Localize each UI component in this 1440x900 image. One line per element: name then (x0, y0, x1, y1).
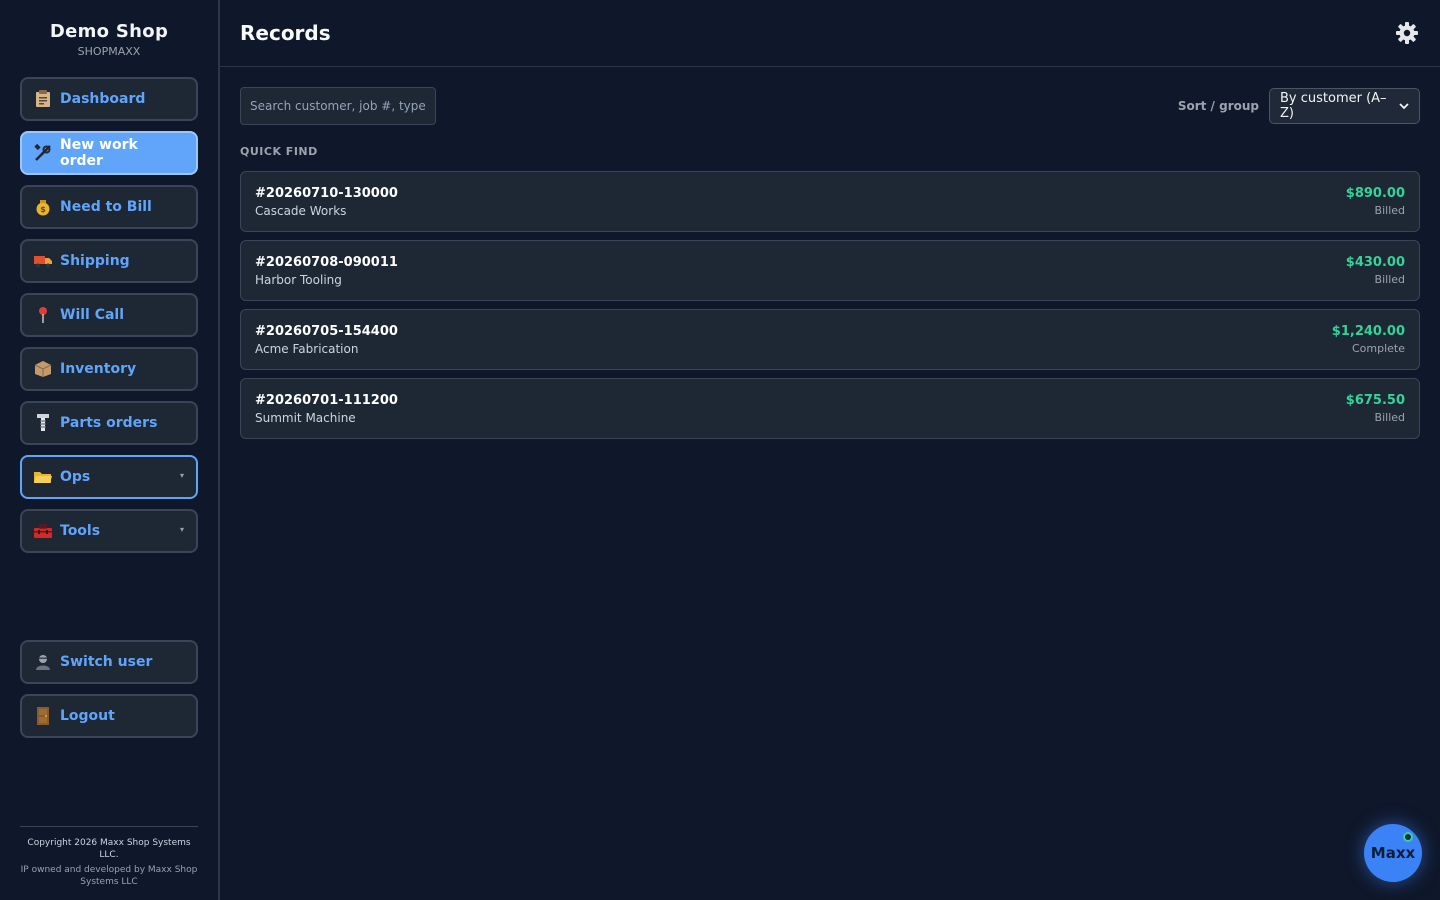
status-badge: Billed (1374, 204, 1405, 217)
sidebar-item-label: Shipping (60, 253, 130, 269)
svg-text:$: $ (40, 205, 46, 214)
maxx-assistant-button[interactable]: Maxx (1364, 824, 1422, 882)
sort-select-value: By customer (A–Z) (1280, 91, 1387, 121)
sidebar-item-ops[interactable]: Ops ▾ (20, 455, 198, 499)
gear-icon[interactable] (1394, 20, 1420, 46)
user-icon (34, 653, 52, 671)
brand: Demo Shop SHOPMAXX (0, 0, 218, 77)
brand-title: Demo Shop (49, 21, 169, 42)
amount: $430.00 (1345, 255, 1405, 270)
sidebar-item-parts-orders[interactable]: Parts orders (20, 401, 198, 445)
sidebar-item-tools[interactable]: Tools ▾ (20, 509, 198, 553)
sort-group: Sort / group By customer (A–Z) (1178, 88, 1420, 124)
ip-text: IP owned and developed by Maxx Shop Syst… (20, 865, 198, 887)
sidebar-item-label: Ops (60, 469, 91, 485)
amount: $1,240.00 (1331, 324, 1405, 339)
sidebar-bottom: Switch user Logout (20, 640, 198, 748)
sort-select[interactable]: By customer (A–Z) (1269, 88, 1420, 124)
customer-name: Acme Fabrication (255, 341, 359, 356)
page-header: Records (220, 0, 1440, 67)
sidebar-item-shipping[interactable]: Shipping (20, 239, 198, 283)
toolbox-icon (34, 522, 52, 540)
search-input[interactable] (240, 87, 436, 125)
folder-icon (34, 468, 52, 486)
sidebar-item-label: Tools (60, 523, 101, 539)
sidebar-item-will-call[interactable]: Will Call (20, 293, 198, 337)
job-number: #20260708-090011 (255, 254, 398, 270)
box-icon (34, 360, 52, 378)
table-row[interactable]: #20260705-154400 Acme Fabrication $1,240… (240, 309, 1420, 370)
amount: $675.50 (1345, 393, 1405, 408)
switch-user-button[interactable]: Switch user (20, 640, 198, 684)
sidebar-item-label: Dashboard (60, 91, 146, 107)
brand-subtitle: SHOPMAXX (77, 45, 141, 58)
sidebar-item-label: Switch user (60, 654, 153, 670)
clipboard-icon (34, 90, 52, 108)
customer-name: Cascade Works (255, 203, 347, 218)
truck-icon (34, 252, 52, 270)
main-content: Records Sort / group (220, 0, 1440, 900)
tools-icon (34, 144, 52, 162)
table-row[interactable]: #20260701-111200 Summit Machine $675.50 … (240, 378, 1420, 439)
door-icon (34, 707, 52, 725)
records-toolbar: Sort / group By customer (A–Z) (220, 67, 1440, 125)
status-badge: Billed (1374, 273, 1405, 286)
sidebar-item-label: Need to Bill (60, 199, 152, 215)
sidebar-item-inventory[interactable]: Inventory (20, 347, 198, 391)
sort-label: Sort / group (1177, 99, 1259, 113)
table-row[interactable]: #20260710-130000 Cascade Works $890.00 B… (240, 171, 1420, 232)
sidebar-footer: Copyright 2026 Maxx Shop Systems LLC. IP… (20, 826, 198, 888)
job-number: #20260701-111200 (255, 392, 398, 408)
maxx-assistant-label: Maxx (1370, 844, 1416, 862)
status-badge: Complete (1351, 342, 1405, 355)
quick-find-label: QUICK FIND (240, 145, 318, 158)
page-title: Records (240, 21, 331, 45)
table-row[interactable]: #20260708-090011 Harbor Tooling $430.00 … (240, 240, 1420, 301)
quick-find-list: #20260710-130000 Cascade Works $890.00 B… (220, 165, 1440, 439)
sidebar-item-dashboard[interactable]: Dashboard (20, 77, 198, 121)
chevron-down-icon: ▾ (179, 471, 184, 480)
customer-name: Summit Machine (255, 410, 356, 425)
sidebar-nav: Dashboard New work order $ Need to Bill … (0, 77, 218, 553)
status-badge: Billed (1374, 411, 1405, 424)
chevron-down-icon: ▾ (179, 525, 184, 534)
sidebar-item-new-work-order[interactable]: New work order (20, 131, 198, 175)
sidebar-item-label: Logout (60, 708, 115, 724)
job-number: #20260710-130000 (255, 185, 398, 201)
sidebar-item-label: Will Call (60, 307, 125, 323)
amount: $890.00 (1345, 186, 1405, 201)
sidebar-item-label: Inventory (60, 361, 137, 377)
logout-button[interactable]: Logout (20, 694, 198, 738)
sidebar: Demo Shop SHOPMAXX Dashboard New work or… (0, 0, 220, 900)
job-number: #20260705-154400 (255, 323, 398, 339)
customer-name: Harbor Tooling (255, 272, 342, 287)
sidebar-item-label: Parts orders (60, 415, 158, 431)
sidebar-item-need-to-bill[interactable]: $ Need to Bill (20, 185, 198, 229)
money-bag-icon: $ (34, 198, 52, 216)
pushpin-icon (34, 306, 52, 324)
sidebar-item-label: New work order (60, 137, 138, 169)
chevron-down-icon (1399, 99, 1409, 114)
online-status-dot (1403, 832, 1413, 842)
screw-icon (34, 414, 52, 432)
copyright-text: Copyright 2026 Maxx Shop Systems LLC. (27, 838, 191, 860)
